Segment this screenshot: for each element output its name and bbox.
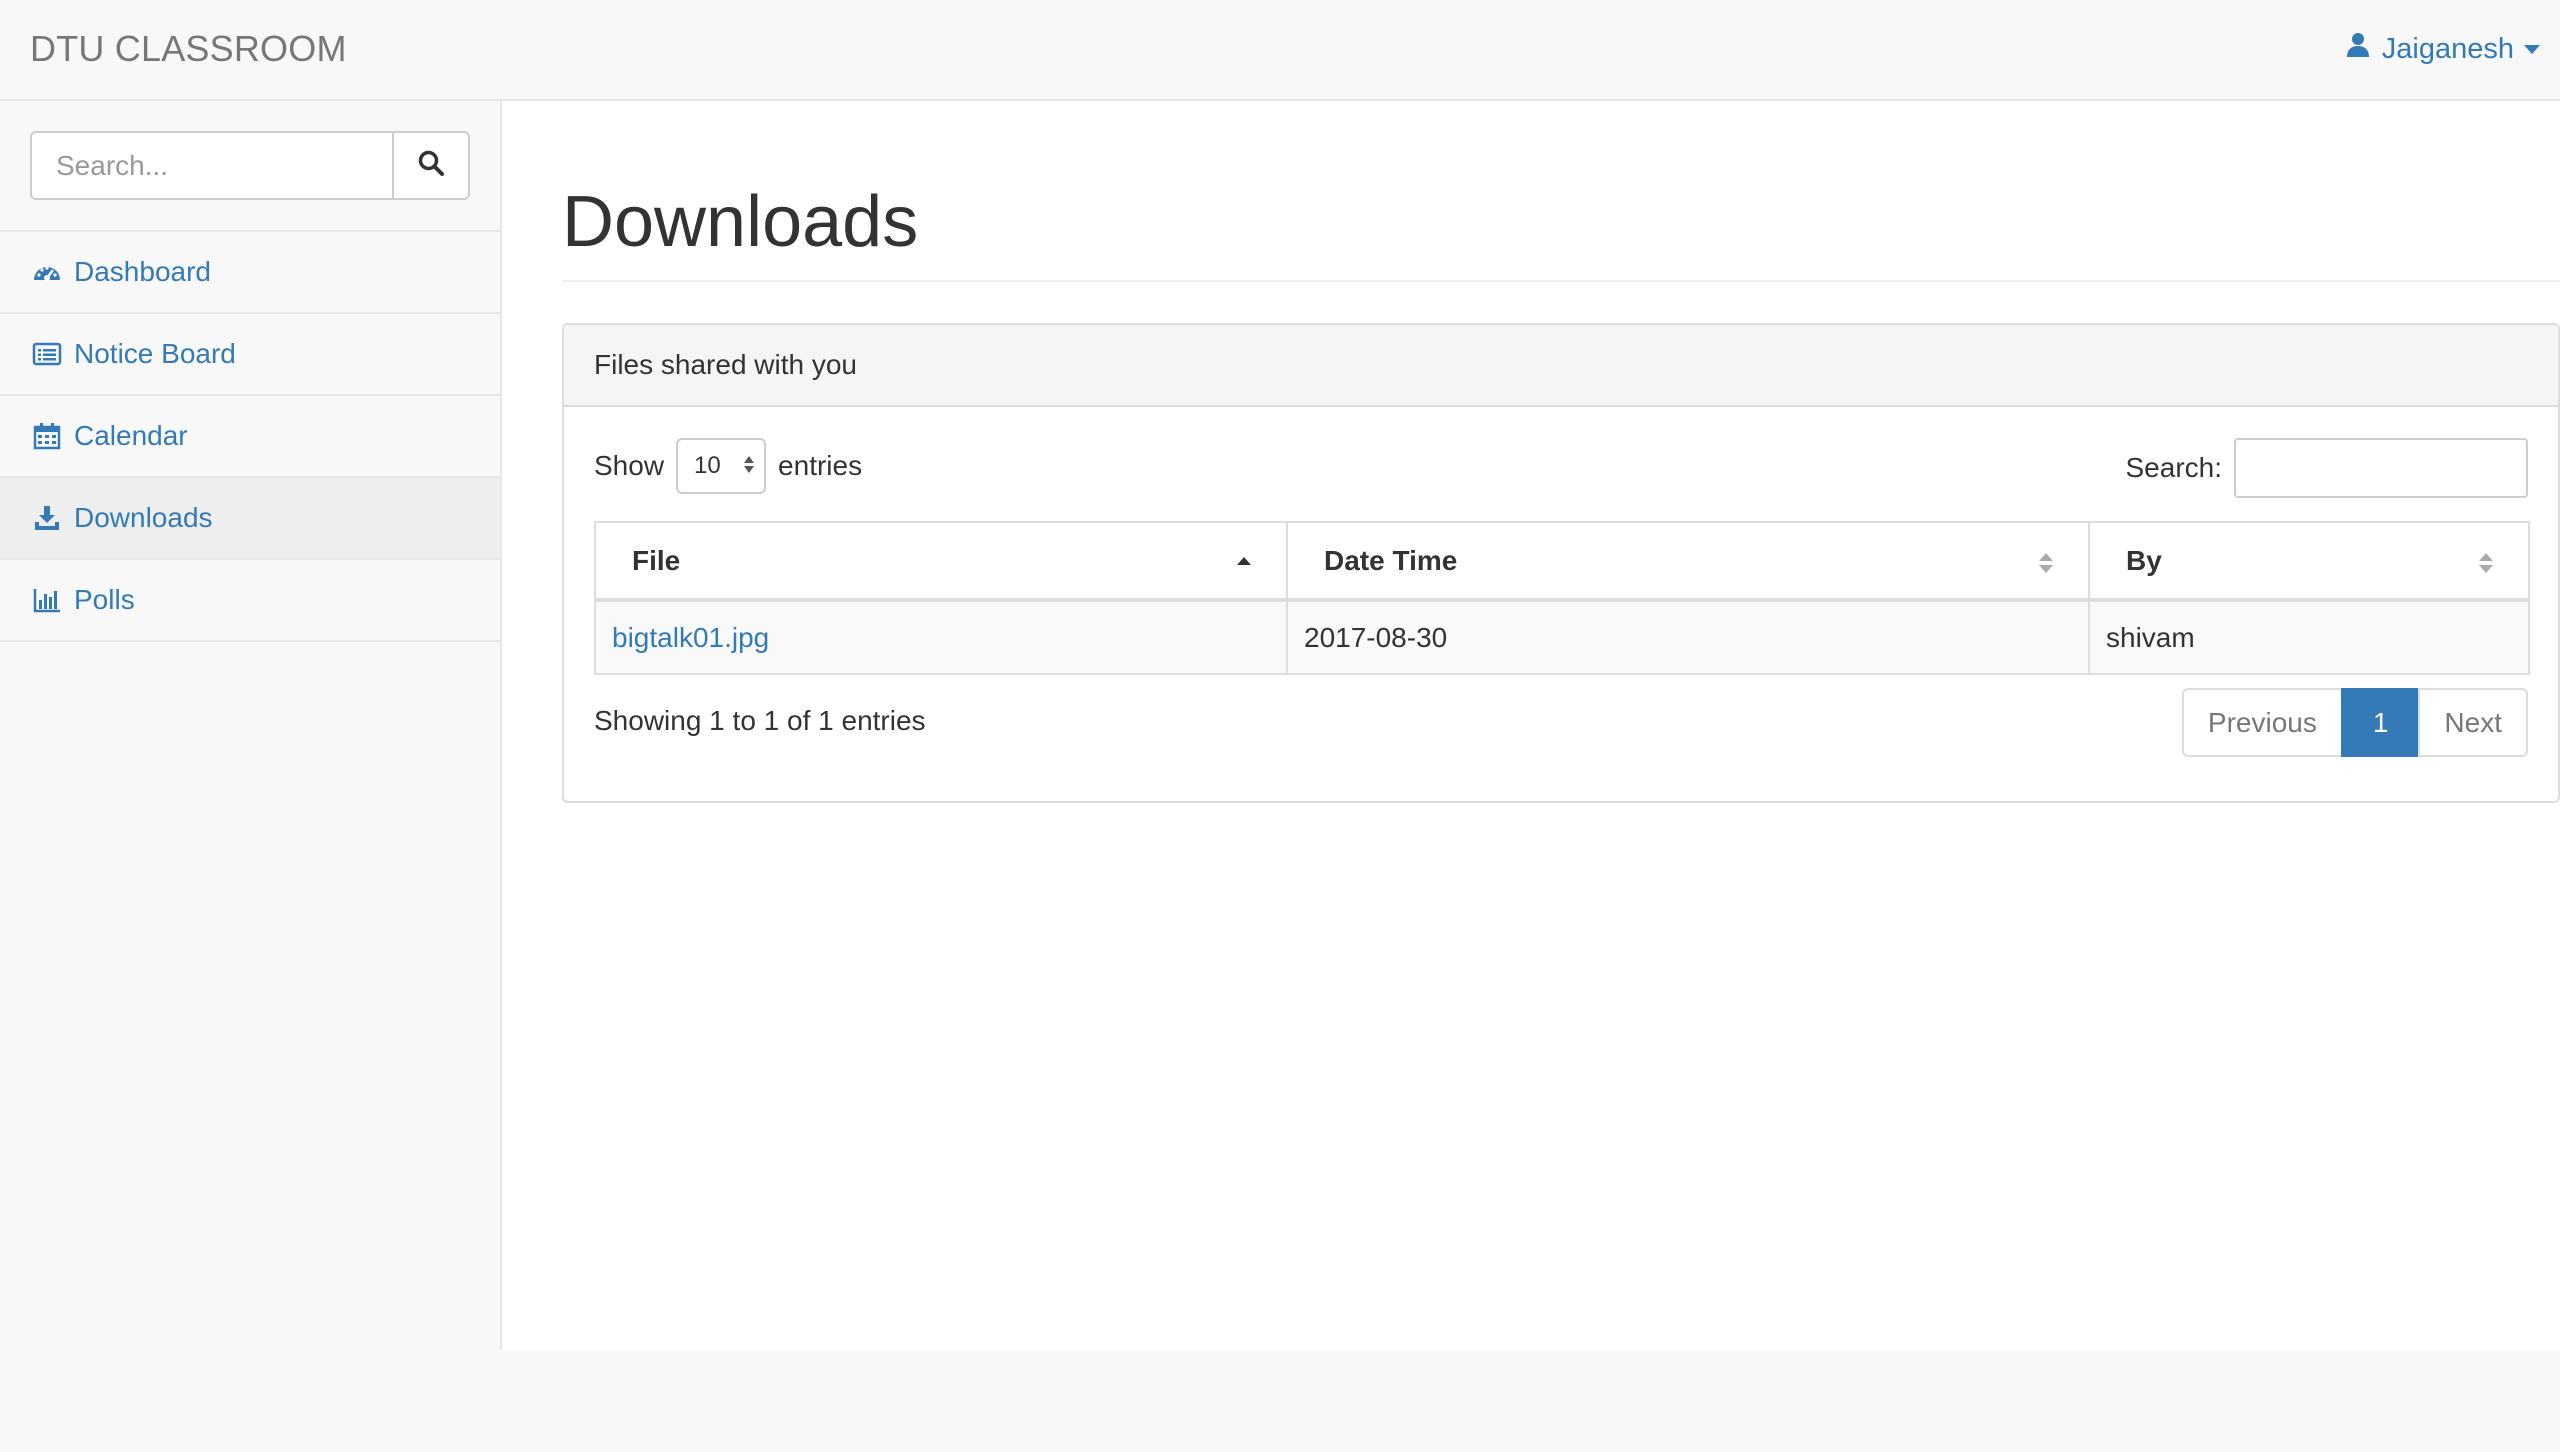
select-arrows-icon <box>744 456 755 473</box>
column-header-by[interactable]: By <box>2088 521 2530 602</box>
panel-heading: Files shared with you <box>564 325 2558 407</box>
entries-length-select[interactable]: 10 <box>676 438 767 494</box>
sidebar: Dashboard Notice Board Calendar Download… <box>0 101 502 1350</box>
sidebar-item-notice-board[interactable]: Notice Board <box>0 314 500 396</box>
table-row: bigtalk01.jpg 2017-08-30 shivam <box>594 599 2530 675</box>
sidebar-item-label: Downloads <box>74 502 213 533</box>
table-header-row: File Date Time By <box>594 521 2530 602</box>
sort-both-icon <box>2039 553 2053 573</box>
sidebar-item-polls[interactable]: Polls <box>0 560 500 642</box>
previous-page-button[interactable]: Previous <box>2181 688 2343 757</box>
entries-label: entries <box>778 450 863 481</box>
top-navbar: DTU CLASSROOM Jaiganesh <box>0 0 2560 101</box>
column-header-date-time[interactable]: Date Time <box>1286 521 2090 602</box>
dashboard-icon <box>32 258 62 286</box>
sidebar-search-group <box>0 101 500 232</box>
entries-length-control: Show 10 entries <box>594 438 862 494</box>
table-filter: Search: <box>2125 438 2528 498</box>
cell-date-time: 2017-08-30 <box>1286 599 2090 675</box>
next-page-button[interactable]: Next <box>2418 688 2528 757</box>
sidebar-search-input[interactable] <box>30 131 394 200</box>
user-name: Jaiganesh <box>2381 32 2514 65</box>
chevron-down-icon <box>2524 44 2540 54</box>
table-info: Showing 1 to 1 of 1 entries <box>594 705 926 736</box>
sidebar-item-downloads[interactable]: Downloads <box>0 478 500 560</box>
sidebar-item-label: Notice Board <box>74 338 236 369</box>
entries-length-value: 10 <box>694 452 721 479</box>
sidebar-item-label: Calendar <box>74 420 188 451</box>
files-table: File Date Time By bigtalk01.jpg 2017-08-… <box>594 521 2530 675</box>
table-search-input[interactable] <box>2234 438 2528 498</box>
page-title: Downloads <box>562 182 919 262</box>
search-icon <box>417 149 445 182</box>
cell-file: bigtalk01.jpg <box>594 599 1288 675</box>
download-icon <box>32 504 62 532</box>
sidebar-search-button[interactable] <box>392 131 470 200</box>
brand-title[interactable]: DTU CLASSROOM <box>30 28 347 70</box>
user-menu[interactable]: Jaiganesh <box>2346 32 2540 66</box>
pagination: Previous 1 Next <box>2181 688 2528 757</box>
sort-ascending-icon <box>1237 557 1251 565</box>
sidebar-item-label: Dashboard <box>74 256 211 287</box>
table-search-label: Search: <box>2125 452 2223 483</box>
sidebar-item-calendar[interactable]: Calendar <box>0 396 500 478</box>
sidebar-item-label: Polls <box>74 584 135 615</box>
cell-by: shivam <box>2088 599 2530 675</box>
sort-both-icon <box>2479 553 2493 573</box>
user-icon <box>2346 32 2370 66</box>
calendar-icon <box>32 422 62 450</box>
page-1-button[interactable]: 1 <box>2340 688 2421 757</box>
column-header-file[interactable]: File <box>594 521 1288 602</box>
bar-chart-icon <box>32 586 62 614</box>
page-header: Downloads <box>562 171 2560 282</box>
sidebar-item-dashboard[interactable]: Dashboard <box>0 232 500 314</box>
file-link[interactable]: bigtalk01.jpg <box>612 622 769 653</box>
show-label: Show <box>594 450 665 481</box>
list-alt-icon <box>32 340 62 368</box>
files-panel: Files shared with you Show 10 entries Se… <box>562 323 2560 803</box>
main-content: Downloads Files shared with you Show 10 … <box>502 101 2560 1350</box>
